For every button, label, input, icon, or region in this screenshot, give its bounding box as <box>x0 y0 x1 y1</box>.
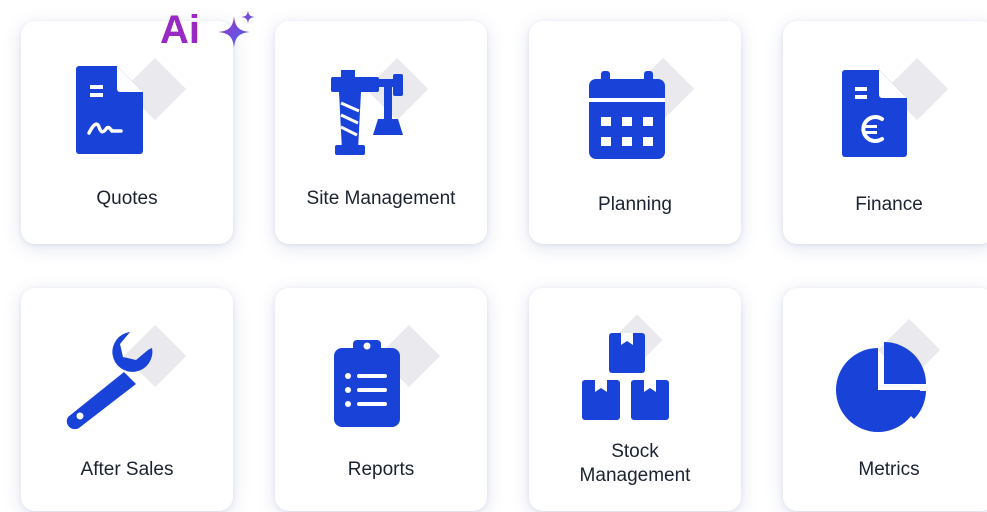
module-label: Finance <box>855 194 923 215</box>
module-label: Reports <box>347 459 415 480</box>
sparkle-icon <box>218 10 255 48</box>
module-label: Quotes <box>96 188 158 209</box>
module-card-after-sales[interactable]: After Sales <box>21 288 233 511</box>
module-card-planning[interactable]: Planning <box>529 21 741 244</box>
ai-badge-text: Ai <box>160 8 200 52</box>
module-label: Planning <box>598 194 672 215</box>
ai-badge[interactable]: Ai <box>160 8 260 52</box>
module-label: Site Management <box>306 188 456 209</box>
module-card-stock-management[interactable]: Stock Management <box>529 288 741 511</box>
module-label: Stock Management <box>529 440 741 488</box>
module-label-line-2: Management <box>579 465 691 486</box>
module-label-line-1: Stock <box>611 441 659 462</box>
module-card-quotes[interactable]: Quotes <box>21 21 233 244</box>
module-label: After Sales <box>80 459 174 480</box>
module-card-site-management[interactable]: Site Management <box>275 21 487 244</box>
module-card-reports[interactable]: Reports <box>275 288 487 511</box>
module-card-finance[interactable]: Finance <box>783 21 987 244</box>
module-label: Metrics <box>858 459 920 480</box>
module-card-metrics[interactable]: Metrics <box>783 288 987 511</box>
